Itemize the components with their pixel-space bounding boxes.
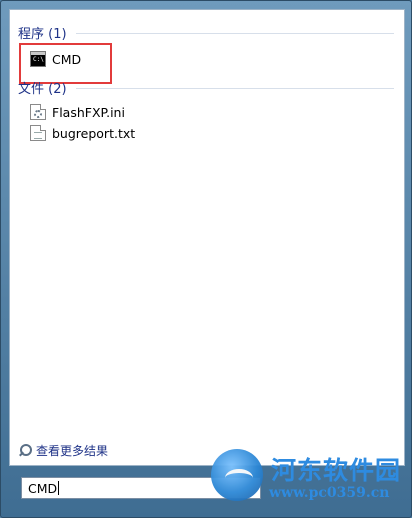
result-item-label: bugreport.txt <box>52 125 136 141</box>
group-header-label: 文件 (2) <box>18 82 67 97</box>
group-divider <box>76 33 394 34</box>
see-more-label: 查看更多结果 <box>36 443 109 458</box>
search-icon <box>18 443 32 457</box>
search-results-pane: 程序 (1) C:\ CMD 文件 (2) FlashFXP.ini bugre… <box>9 9 405 466</box>
result-item-flashfxp-ini[interactable]: FlashFXP.ini <box>30 101 125 123</box>
ini-file-icon <box>30 104 46 120</box>
group-header-programs: 程序 (1) <box>18 23 394 42</box>
result-item-label: FlashFXP.ini <box>52 104 125 120</box>
result-item-bugreport-txt[interactable]: bugreport.txt <box>30 122 135 144</box>
watermark-title: 河东软件园 <box>271 456 402 485</box>
globe-logo-icon <box>211 449 263 501</box>
search-input-value: CMD <box>28 480 58 496</box>
group-divider <box>76 88 394 89</box>
group-header-files: 文件 (2) <box>18 78 394 97</box>
see-more-results-link[interactable]: 查看更多结果 <box>18 441 108 459</box>
group-header-label: 程序 (1) <box>18 27 67 42</box>
text-file-icon <box>30 125 46 141</box>
watermark: 河东软件园 www.pc0359.cn <box>207 445 412 518</box>
watermark-url: www.pc0359.cn <box>269 485 390 501</box>
text-caret <box>58 481 60 495</box>
start-menu: 程序 (1) C:\ CMD 文件 (2) FlashFXP.ini bugre… <box>0 0 412 518</box>
